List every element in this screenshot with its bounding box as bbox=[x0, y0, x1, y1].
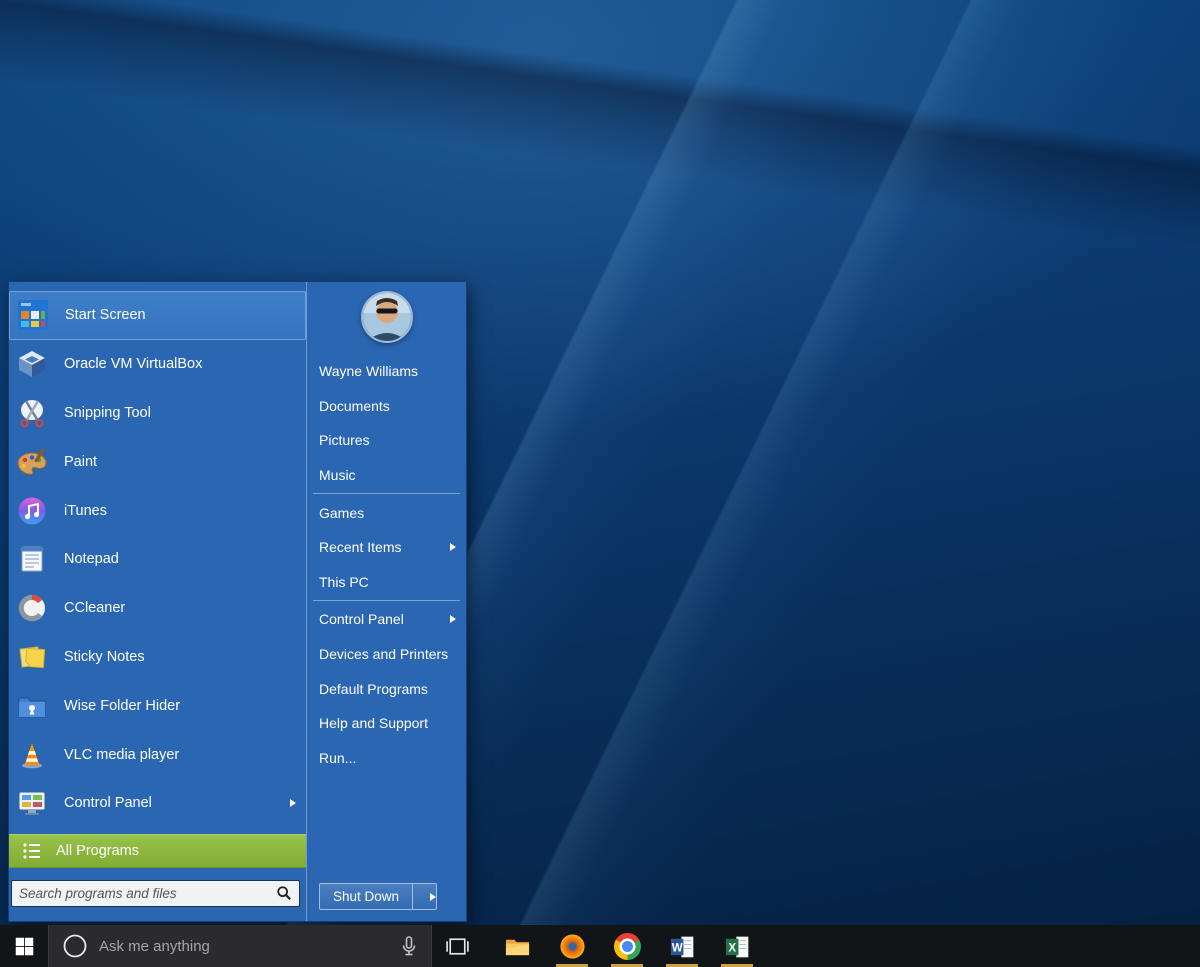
right-column-list: Wayne Williams Documents Pictures Music … bbox=[307, 354, 466, 775]
chrome-button[interactable] bbox=[604, 925, 650, 967]
user-name-item[interactable]: Wayne Williams bbox=[307, 354, 466, 389]
svg-text:W: W bbox=[671, 942, 682, 954]
cortana-icon bbox=[62, 933, 88, 959]
start-menu-left-column: Start Screen Oracle VM VirtualBox Snippi… bbox=[9, 282, 306, 921]
search-icon[interactable] bbox=[276, 885, 292, 901]
user-name-label: Wayne Williams bbox=[319, 363, 418, 379]
sticky-notes-icon bbox=[15, 640, 48, 673]
snipping-tool-icon bbox=[15, 396, 48, 429]
menu-item-control-panel-right[interactable]: Control Panel bbox=[307, 602, 466, 637]
ccleaner-icon bbox=[15, 592, 48, 625]
menu-item-sticky-notes[interactable]: Sticky Notes bbox=[9, 633, 306, 682]
start-search-row bbox=[11, 880, 300, 907]
menu-item-label: Start Screen bbox=[65, 307, 146, 323]
task-view-icon bbox=[444, 933, 471, 960]
file-explorer-icon bbox=[504, 933, 531, 960]
menu-item-ccleaner[interactable]: CCleaner bbox=[9, 584, 306, 633]
menu-item-label: Control Panel bbox=[64, 795, 152, 811]
all-programs-button[interactable]: All Programs bbox=[9, 834, 306, 868]
windows-logo-icon bbox=[14, 936, 35, 957]
start-search-box bbox=[11, 880, 300, 907]
avatar[interactable] bbox=[361, 291, 413, 343]
menu-item-label: Paint bbox=[64, 454, 97, 470]
taskbar-search-input[interactable] bbox=[49, 925, 431, 967]
menu-item-paint[interactable]: Paint bbox=[9, 437, 306, 486]
start-button[interactable] bbox=[0, 925, 48, 967]
menu-item-help-and-support[interactable]: Help and Support bbox=[307, 706, 466, 741]
submenu-arrow-icon bbox=[450, 543, 456, 551]
separator bbox=[313, 493, 460, 494]
all-programs-list-icon bbox=[22, 841, 42, 861]
firefox-icon bbox=[559, 933, 586, 960]
virtualbox-icon bbox=[15, 348, 48, 381]
submenu-arrow-icon bbox=[290, 799, 296, 807]
menu-item-vlc[interactable]: VLC media player bbox=[9, 730, 306, 779]
menu-item-snipping-tool[interactable]: Snipping Tool bbox=[9, 389, 306, 438]
start-search-input[interactable] bbox=[19, 886, 276, 901]
submenu-arrow-icon bbox=[430, 893, 436, 901]
menu-item-default-programs[interactable]: Default Programs bbox=[307, 671, 466, 706]
wise-folder-hider-icon bbox=[15, 689, 48, 722]
shutdown-button[interactable]: Shut Down bbox=[320, 884, 412, 909]
menu-item-label: Sticky Notes bbox=[64, 649, 145, 665]
start-screen-icon bbox=[16, 299, 49, 332]
itunes-icon bbox=[15, 494, 48, 527]
menu-item-label: Wise Folder Hider bbox=[64, 698, 180, 714]
menu-item-this-pc[interactable]: This PC bbox=[307, 565, 466, 600]
desktop: Start Screen Oracle VM VirtualBox Snippi… bbox=[0, 0, 1200, 967]
paint-icon bbox=[15, 445, 48, 478]
menu-item-label: VLC media player bbox=[64, 747, 179, 763]
word-icon: W bbox=[669, 933, 696, 960]
task-view-button[interactable] bbox=[434, 925, 480, 967]
microphone-icon bbox=[397, 934, 421, 958]
shutdown-button-group: Shut Down bbox=[319, 883, 437, 910]
menu-item-label: CCleaner bbox=[64, 600, 125, 616]
menu-item-notepad[interactable]: Notepad bbox=[9, 535, 306, 584]
menu-item-devices-and-printers[interactable]: Devices and Printers bbox=[307, 637, 466, 672]
submenu-arrow-icon bbox=[450, 615, 456, 623]
menu-item-recent-items[interactable]: Recent Items bbox=[307, 530, 466, 565]
menu-item-games[interactable]: Games bbox=[307, 495, 466, 530]
menu-item-virtualbox[interactable]: Oracle VM VirtualBox bbox=[9, 340, 306, 389]
separator bbox=[313, 600, 460, 601]
file-explorer-button[interactable] bbox=[494, 925, 540, 967]
start-menu-right-column: Wayne Williams Documents Pictures Music … bbox=[306, 282, 466, 921]
menu-item-wise-folder-hider[interactable]: Wise Folder Hider bbox=[9, 681, 306, 730]
control-panel-icon bbox=[15, 787, 48, 820]
all-programs-label: All Programs bbox=[56, 843, 139, 859]
svg-text:X: X bbox=[728, 942, 736, 954]
menu-item-start-screen[interactable]: Start Screen bbox=[9, 291, 306, 340]
excel-button[interactable]: X bbox=[714, 925, 760, 967]
menu-item-label: iTunes bbox=[64, 503, 107, 519]
word-button[interactable]: W bbox=[659, 925, 705, 967]
menu-item-run[interactable]: Run... bbox=[307, 741, 466, 776]
microphone-button[interactable] bbox=[397, 934, 421, 958]
shutdown-options-arrow[interactable] bbox=[413, 884, 436, 909]
taskbar: W X bbox=[0, 925, 1200, 967]
start-menu: Start Screen Oracle VM VirtualBox Snippi… bbox=[8, 281, 467, 922]
vlc-icon bbox=[15, 738, 48, 771]
cortana-search-box bbox=[48, 925, 432, 967]
menu-item-control-panel[interactable]: Control Panel bbox=[9, 779, 306, 828]
chrome-icon bbox=[614, 933, 641, 960]
menu-item-documents[interactable]: Documents bbox=[307, 389, 466, 424]
notepad-icon bbox=[15, 543, 48, 576]
menu-item-pictures[interactable]: Pictures bbox=[307, 423, 466, 458]
menu-item-music[interactable]: Music bbox=[307, 458, 466, 493]
menu-item-itunes[interactable]: iTunes bbox=[9, 486, 306, 535]
firefox-button[interactable] bbox=[549, 925, 595, 967]
menu-item-label: Snipping Tool bbox=[64, 405, 151, 421]
menu-item-label: Notepad bbox=[64, 551, 119, 567]
excel-icon: X bbox=[724, 933, 751, 960]
menu-item-label: Oracle VM VirtualBox bbox=[64, 356, 202, 372]
